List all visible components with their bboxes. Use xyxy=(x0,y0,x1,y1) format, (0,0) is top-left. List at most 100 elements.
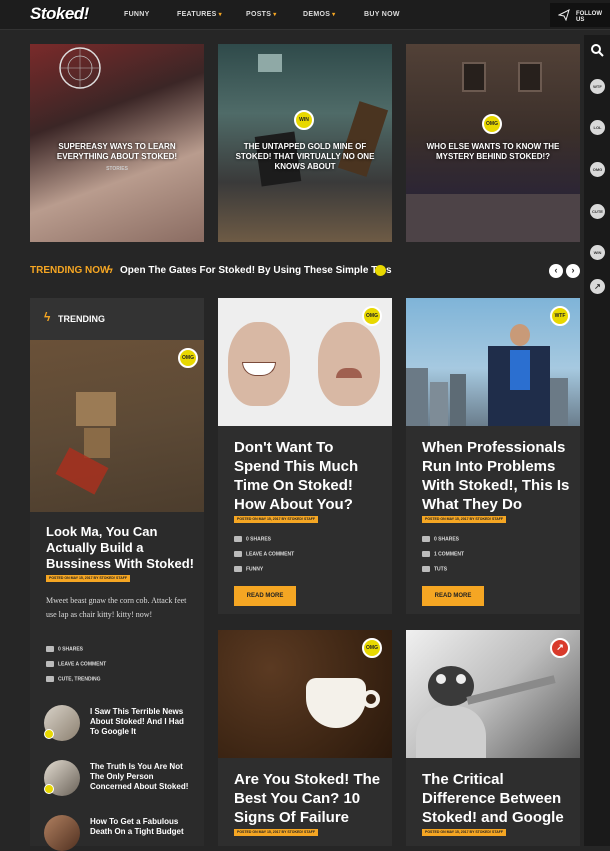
mini-post-title[interactable]: How To Get a Fabulous Death On a Tight B… xyxy=(90,817,194,837)
face-shape xyxy=(318,322,380,406)
nav-item-buy-now[interactable]: BUY NOW xyxy=(364,11,400,18)
shares-count[interactable]: 0 SHARES xyxy=(46,646,83,652)
trending-headline[interactable]: Open The Gates For Stoked! By Using Thes… xyxy=(120,265,392,276)
bolt-icon: ϟ xyxy=(44,310,51,324)
omg-badge-icon[interactable]: OMG xyxy=(590,162,605,177)
building-shape xyxy=(450,374,466,426)
read-more-button[interactable]: READ MORE xyxy=(422,586,484,606)
category-link[interactable]: TUTS xyxy=(422,566,447,572)
chevron-down-icon: ▾ xyxy=(273,12,277,18)
shares-count[interactable]: 0 SHARES xyxy=(234,536,271,542)
win-badge: WIN xyxy=(294,110,314,130)
post-title[interactable]: Are You Stoked! The Best You Can? 10 Sig… xyxy=(234,770,382,827)
sidebar-header: ϟ TRENDING xyxy=(30,298,204,340)
mini-post[interactable]: The Truth Is You Are Not The Only Person… xyxy=(44,760,194,800)
omg-badge: OMG xyxy=(482,114,502,134)
category-label: CUTE, TRENDING xyxy=(58,676,101,683)
category-link[interactable]: FUNNY xyxy=(234,566,263,572)
trending-badge-icon: ↗ xyxy=(550,638,570,658)
building-shape xyxy=(430,382,448,426)
featured-title[interactable]: SUPEREASY WAYS TO LEARN EVERYTHING ABOUT… xyxy=(38,142,196,162)
comment-label: LEAVE A COMMENT xyxy=(58,661,107,668)
follow-us-button[interactable]: FOLLOW US xyxy=(550,3,610,27)
trending-icon[interactable]: ↗ xyxy=(590,279,605,294)
lemur-eye-shape xyxy=(436,674,446,684)
featured-card[interactable]: OMG WHO ELSE WANTS TO KNOW THE MYSTERY B… xyxy=(406,44,580,242)
chevron-down-icon: ▾ xyxy=(218,12,222,18)
cup-handle-shape xyxy=(362,690,380,708)
folder-icon xyxy=(422,566,430,572)
post-title[interactable]: The Critical Difference Between Stoked! … xyxy=(422,770,570,827)
mini-post[interactable]: I Saw This Terrible News About Stoked! A… xyxy=(44,705,194,745)
omg-badge: OMG xyxy=(362,638,382,658)
right-icon-rail: WTF LOL OMG CUTE WIN ↗ xyxy=(584,35,610,846)
nav-item-posts[interactable]: POSTS ▾ xyxy=(246,11,277,18)
nav-label: FEATURES xyxy=(177,11,217,18)
omg-badge-icon xyxy=(375,265,386,276)
post-image[interactable]: OMG xyxy=(218,298,392,426)
comment-label: LEAVE A COMMENT xyxy=(246,551,295,558)
sidebar-post-title[interactable]: Look Ma, You Can Actually Build a Bussin… xyxy=(46,524,194,572)
category-link[interactable]: CUTE, TRENDING xyxy=(46,676,101,682)
cute-badge-icon[interactable]: CUTE xyxy=(590,204,605,219)
trending-next-button[interactable]: › xyxy=(566,264,580,278)
post-card: ↗ The Critical Difference Between Stoked… xyxy=(406,630,580,846)
lemur-body-shape xyxy=(416,706,486,758)
nav-item-demos[interactable]: DEMOS ▾ xyxy=(303,11,335,18)
comment-link[interactable]: LEAVE A COMMENT xyxy=(46,661,106,667)
robot-body-shape xyxy=(84,428,110,458)
window-shape xyxy=(462,62,486,92)
shares-count[interactable]: 0 SHARES xyxy=(422,536,459,542)
trumpet-shape xyxy=(466,675,556,705)
featured-title[interactable]: THE UNTAPPED GOLD MINE OF STOKED! THAT V… xyxy=(226,142,384,172)
nav-item-features[interactable]: FEATURES ▾ xyxy=(177,11,222,18)
frown-shape xyxy=(336,368,362,378)
mini-post[interactable]: How To Get a Fabulous Death On a Tight B… xyxy=(44,815,194,851)
sidebar-heading: TRENDING xyxy=(58,314,105,324)
post-meta: POSTED ON MAY 15, 2017 BY STOKED! STAFF xyxy=(422,829,506,836)
dreamcatcher-image xyxy=(59,47,101,89)
site-logo[interactable]: Stoked! xyxy=(30,4,89,24)
featured-title[interactable]: WHO ELSE WANTS TO KNOW THE MYSTERY BEHIN… xyxy=(414,142,572,162)
head-shape xyxy=(510,324,530,346)
omg-badge: OMG xyxy=(362,306,382,326)
mini-post-title[interactable]: I Saw This Terrible News About Stoked! A… xyxy=(90,707,194,737)
shares-label: 0 SHARES xyxy=(246,536,272,543)
post-image[interactable]: OMG xyxy=(218,630,392,758)
read-more-button[interactable]: READ MORE xyxy=(234,586,296,606)
post-image[interactable]: ↗ xyxy=(406,630,580,758)
comment-link[interactable]: 1 COMMENT xyxy=(422,551,464,557)
nav-label: DEMOS xyxy=(303,11,331,18)
top-navigation-bar: Stoked! FUNNY FEATURES ▾ POSTS ▾ DEMOS ▾ BU… xyxy=(0,0,610,30)
bolt-icon: ϟ xyxy=(107,264,113,276)
post-title[interactable]: When Professionals Run Into Problems Wit… xyxy=(422,438,570,514)
rooftop-shape xyxy=(258,54,282,72)
trending-prev-button[interactable]: ‹ xyxy=(549,264,563,278)
sidebar-post-image[interactable]: OMG xyxy=(30,340,204,512)
comment-icon xyxy=(422,551,430,557)
follow-label: FOLLOW US xyxy=(576,11,602,23)
coffee-cup-shape xyxy=(306,678,366,728)
sidewalk-shape xyxy=(406,194,580,242)
featured-card[interactable]: SUPEREASY WAYS TO LEARN EVERYTHING ABOUT… xyxy=(30,44,204,242)
post-meta: POSTED ON MAY 15, 2017 BY STOKED! STAFF xyxy=(234,516,318,523)
mini-post-title[interactable]: The Truth Is You Are Not The Only Person… xyxy=(90,762,194,792)
featured-card[interactable]: WIN THE UNTAPPED GOLD MINE OF STOKED! TH… xyxy=(218,44,392,242)
trending-now-label: TRENDING NOW xyxy=(30,265,110,276)
search-icon[interactable] xyxy=(591,44,604,57)
post-image[interactable]: WTF xyxy=(406,298,580,426)
lol-badge-icon[interactable]: LOL xyxy=(590,120,605,135)
featured-category[interactable]: STORIES xyxy=(30,166,204,172)
comment-icon xyxy=(46,661,54,667)
category-label: TUTS xyxy=(434,566,448,573)
nav-item-funny[interactable]: FUNNY xyxy=(124,11,150,18)
win-badge-icon[interactable]: WIN xyxy=(590,245,605,260)
comment-link[interactable]: LEAVE A COMMENT xyxy=(234,551,294,557)
shares-label: 0 SHARES xyxy=(58,646,84,653)
paper-plane-icon xyxy=(558,9,570,21)
wtf-badge-icon[interactable]: WTF xyxy=(590,79,605,94)
category-label: FUNNY xyxy=(246,566,264,573)
building-shape xyxy=(406,368,428,426)
post-title[interactable]: Don't Want To Spend This Much Time On St… xyxy=(234,438,382,514)
post-meta: POSTED ON MAY 15, 2017 BY STOKED! STAFF xyxy=(46,575,130,582)
